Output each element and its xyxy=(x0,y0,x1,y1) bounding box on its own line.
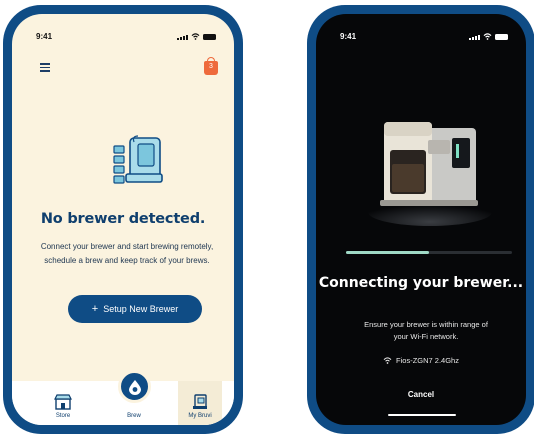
setup-button-label: Setup New Brewer xyxy=(103,304,179,314)
wifi-icon xyxy=(191,33,200,40)
wifi-icon xyxy=(483,33,492,40)
headline: No brewer detected. xyxy=(40,211,206,227)
connecting-title: Connecting your brewer... xyxy=(318,275,524,291)
tab-my-bruvi[interactable]: My Bruvi xyxy=(180,394,220,419)
status-icons xyxy=(177,33,216,40)
signal-icon xyxy=(177,35,188,40)
wifi-icon xyxy=(383,357,392,364)
brewer-machine-image xyxy=(368,122,492,226)
tab-store[interactable]: Store xyxy=(48,394,78,419)
cart-icon[interactable]: 3 xyxy=(204,57,218,75)
connecting-screen: 9:41 Connecting your brewer... Ensure yo… xyxy=(316,14,526,425)
tab-my-bruvi-label: My Bruvi xyxy=(188,413,212,419)
connection-progress-fill xyxy=(346,251,429,254)
tab-brew[interactable]: Brew xyxy=(116,413,152,419)
store-icon xyxy=(54,394,72,410)
status-bar: 9:41 xyxy=(12,32,234,44)
battery-icon xyxy=(495,34,508,40)
setup-new-brewer-button[interactable]: + Setup New Brewer xyxy=(68,295,202,323)
tab-store-label: Store xyxy=(55,413,71,419)
brewer-illustration-icon xyxy=(113,135,163,184)
brew-drop-icon xyxy=(128,379,141,395)
battery-icon xyxy=(203,34,216,40)
network-info: Fios-ZGN7 2.4Ghz xyxy=(316,356,526,365)
signal-icon xyxy=(469,35,480,40)
plus-icon: + xyxy=(91,302,99,315)
tab-brew-label: Brew xyxy=(127,413,141,419)
status-time-dark: 9:41 xyxy=(340,32,357,41)
status-time: 9:41 xyxy=(36,32,53,41)
phone-frame-left: 9:41 3 No brewer detected. Connect your … xyxy=(3,5,243,434)
status-bar-dark: 9:41 xyxy=(316,32,526,44)
connection-progress-bar xyxy=(346,251,512,254)
tab-bar: Store Brew My Bruvi xyxy=(12,370,234,425)
status-icons-dark xyxy=(469,33,508,40)
description-text: Connect your brewer and start brewing re… xyxy=(40,242,214,265)
phone-frame-right: 9:41 Connecting your brewer... Ensure yo… xyxy=(307,5,534,434)
connecting-description: Ensure your brewer is within range of yo… xyxy=(364,320,488,341)
home-indicator xyxy=(388,414,456,416)
cart-count: 3 xyxy=(209,63,213,70)
brew-tab-button[interactable] xyxy=(118,370,151,403)
menu-icon[interactable] xyxy=(40,63,50,72)
no-brewer-screen: 9:41 3 No brewer detected. Connect your … xyxy=(12,14,234,425)
my-bruvi-icon xyxy=(193,394,207,409)
network-name: Fios-ZGN7 2.4Ghz xyxy=(396,356,459,365)
cancel-button[interactable]: Cancel xyxy=(316,390,526,399)
